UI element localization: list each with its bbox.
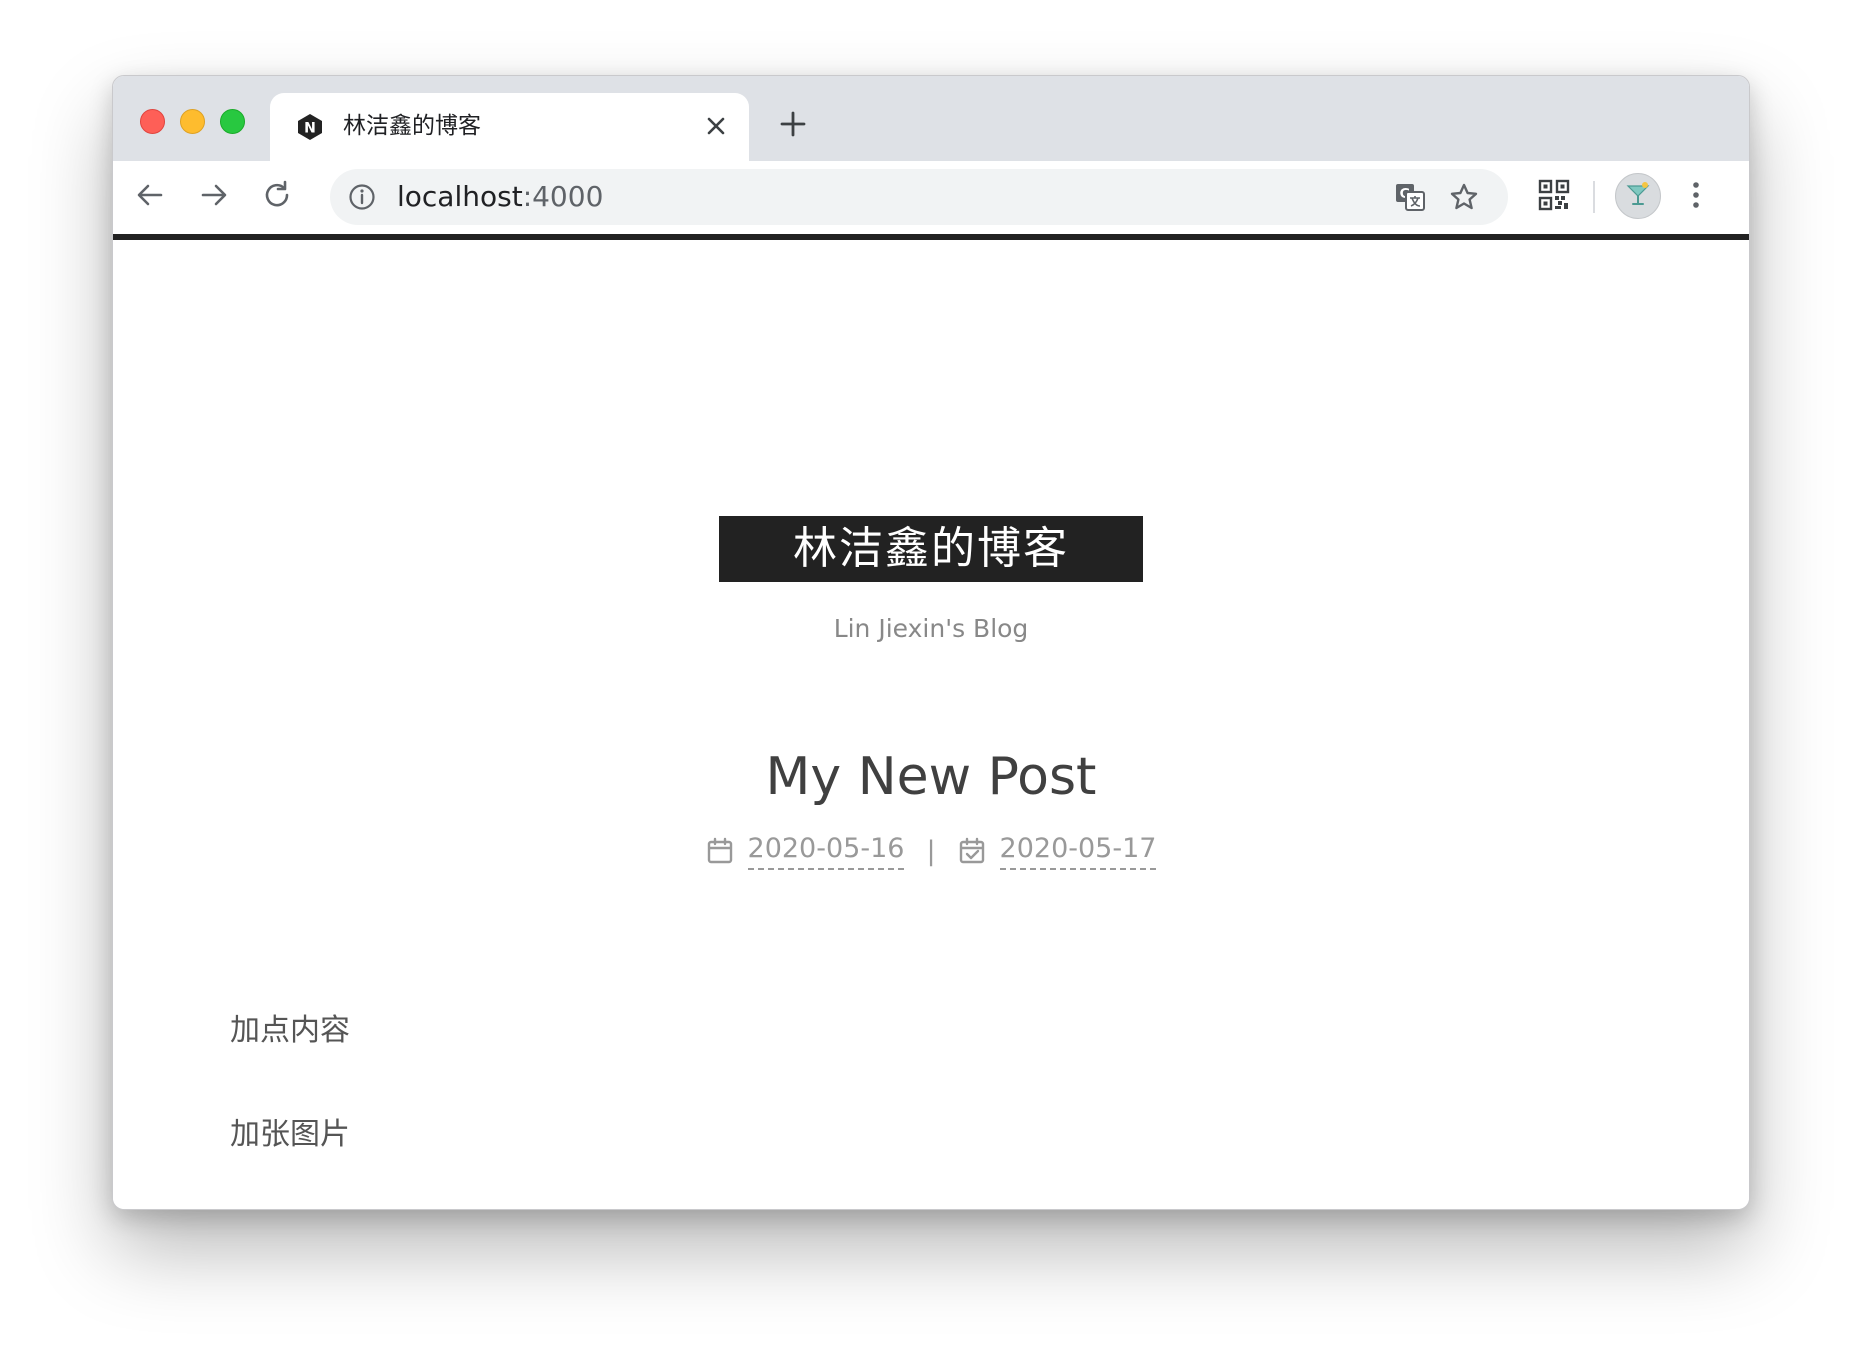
calendar-icon <box>706 837 734 865</box>
page-content: 林洁鑫的博客 Lin Jiexin's Blog My New Post 202… <box>113 240 1749 1209</box>
reload-button[interactable] <box>256 175 300 219</box>
star-icon[interactable] <box>1446 179 1482 215</box>
url-host: localhost <box>397 180 523 213</box>
translate-icon[interactable]: G <box>1392 179 1428 215</box>
browser-window: N 林洁鑫的博客 localhost:4000 林洁鑫的博客 Lin Jiexi… <box>112 75 1750 1210</box>
post-meta: 2020-05-16 | 2020-05-17 <box>113 832 1749 870</box>
tab-title: 林洁鑫的博客 <box>343 113 481 139</box>
post-paragraph: 加张图片 <box>230 1117 350 1152</box>
qr-code-button[interactable] <box>1532 175 1576 219</box>
plus-icon <box>780 111 806 141</box>
arrow-right-icon <box>199 180 229 214</box>
browser-toolbar: localhost:4000 G <box>113 161 1749 234</box>
post-body: 加点内容 加张图片 <box>230 1010 350 1209</box>
updated-date[interactable]: 2020-05-17 <box>999 832 1157 870</box>
post-updated: 2020-05-17 <box>958 832 1157 870</box>
reload-icon <box>263 180 293 214</box>
window-minimize-button[interactable] <box>180 109 205 134</box>
toolbar-separator <box>1593 181 1595 213</box>
url-text[interactable]: localhost:4000 <box>397 181 603 213</box>
site-title[interactable]: 林洁鑫的博客 <box>719 516 1143 582</box>
window-close-button[interactable] <box>140 109 165 134</box>
post-title[interactable]: My New Post <box>113 745 1749 809</box>
post-created: 2020-05-16 <box>706 832 905 870</box>
cocktail-icon <box>1624 180 1652 212</box>
info-icon[interactable] <box>348 183 376 211</box>
site-subtitle: Lin Jiexin's Blog <box>833 614 1029 643</box>
avatar[interactable] <box>1615 173 1661 219</box>
next-theme-favicon-icon: N <box>296 113 324 141</box>
svg-text:N: N <box>304 121 316 137</box>
post-paragraph: 加点内容 <box>230 1013 350 1048</box>
window-maximize-button[interactable] <box>220 109 245 134</box>
arrow-left-icon <box>135 180 165 214</box>
qr-code-icon <box>1538 179 1570 215</box>
address-bar[interactable]: localhost:4000 G <box>330 169 1508 225</box>
calendar-check-icon <box>958 837 986 865</box>
more-vertical-icon <box>1691 180 1701 214</box>
meta-divider: | <box>926 835 936 867</box>
menu-button[interactable] <box>1674 175 1718 219</box>
url-port: :4000 <box>522 180 604 213</box>
new-tab-button[interactable] <box>773 106 813 146</box>
browser-tab[interactable]: N 林洁鑫的博客 <box>270 93 749 161</box>
created-date[interactable]: 2020-05-16 <box>747 832 905 870</box>
tab-close-icon[interactable] <box>701 111 731 141</box>
forward-button[interactable] <box>192 175 236 219</box>
tab-strip: N 林洁鑫的博客 <box>113 76 1749 161</box>
back-button[interactable] <box>128 175 172 219</box>
